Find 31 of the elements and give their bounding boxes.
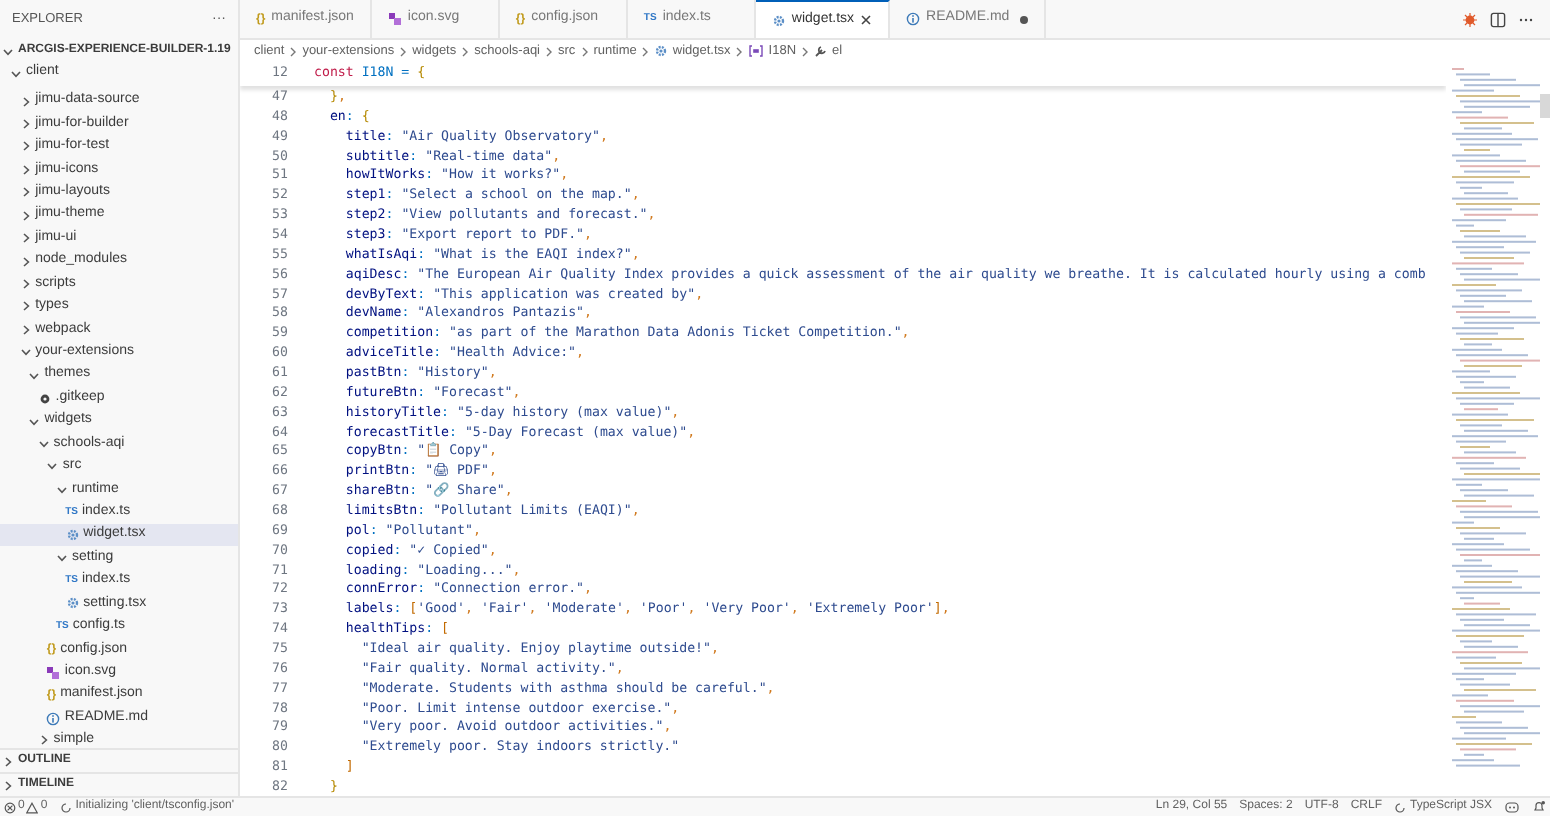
close-icon: [860, 14, 873, 26]
chevron-right-icon: [734, 45, 745, 57]
chevron-right-icon: [37, 734, 50, 747]
split-editor-icon: [1490, 11, 1506, 27]
chevron-right-icon: [288, 45, 299, 57]
variable-icon: [748, 44, 765, 58]
chevron-right-icon: [640, 45, 651, 57]
spinner-icon: [59, 801, 72, 813]
wrench-icon: [814, 44, 829, 58]
chevron-down-icon: [56, 552, 68, 565]
info-icon: [46, 711, 61, 726]
bell-icon: [1532, 800, 1546, 814]
gear-icon: [65, 596, 80, 611]
robot-icon: [1504, 800, 1520, 814]
gear-icon: [37, 391, 52, 406]
gear-icon: [771, 13, 786, 27]
scrollbar-thumb[interactable]: [1540, 94, 1550, 118]
chevron-right-icon: [544, 45, 555, 57]
spinner-icon: [1393, 801, 1406, 813]
chevron-right-icon: [398, 45, 409, 57]
warning-icon: [26, 801, 39, 813]
image-file-icon: [46, 665, 61, 680]
error-icon: [4, 801, 16, 813]
image-file-icon: [387, 12, 402, 26]
info-icon: [906, 12, 921, 26]
chevron-right-icon: [460, 45, 471, 57]
bug-icon: [1462, 11, 1478, 27]
chevron-right-icon: [579, 45, 590, 57]
gear-icon: [654, 44, 669, 58]
chevron-right-icon: [800, 45, 811, 57]
gear-icon: [65, 528, 80, 543]
